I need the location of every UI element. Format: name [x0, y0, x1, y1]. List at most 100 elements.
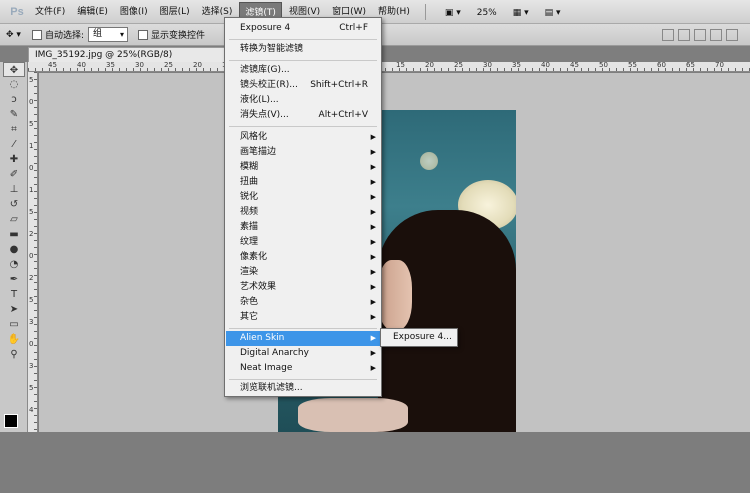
menu-image[interactable]: 图像(I)	[115, 2, 153, 22]
healing-brush-icon[interactable]: ✚	[3, 152, 25, 167]
ruler-tick-label: 5	[29, 384, 34, 392]
ruler-tick-label: 20	[425, 62, 434, 69]
menu-item-texture[interactable]: 纹理 ▶	[226, 235, 380, 250]
menu-item-render[interactable]: 渲染 ▶	[226, 265, 380, 280]
submenu-arrow-icon: ▶	[370, 238, 376, 246]
ruler-tick-label: 1	[29, 186, 34, 194]
gradient-tool-icon[interactable]: ▬	[3, 227, 25, 242]
submenu-arrow-icon: ▶	[370, 208, 376, 216]
distribute-icon[interactable]	[726, 28, 738, 41]
type-tool-icon[interactable]: T	[3, 287, 25, 302]
move-tool-preset-icon[interactable]: ✥ ▾	[6, 27, 32, 43]
show-transform-checkbox[interactable]	[138, 29, 149, 40]
hand-tool-icon[interactable]: ✋	[3, 332, 25, 347]
menu-item-noise[interactable]: 杂色 ▶	[226, 295, 380, 310]
submenu-arrow-icon: ▶	[370, 334, 376, 342]
submenu-arrow-icon: ▶	[370, 268, 376, 276]
submenu-arrow-icon: ▶	[370, 253, 376, 261]
ruler-tick-label: 65	[686, 62, 695, 69]
menu-item-stylize[interactable]: 风格化 ▶	[226, 130, 380, 145]
marquee-tool-icon[interactable]: ◌	[3, 77, 25, 92]
toolbox: ✥ ◌ ↄ ✎ ⌗ ⁄ ✚ ✐ ⊥ ↺ ▱ ▬ ● ◔ ✒ T ➤ ▭ ✋ ⚲	[0, 62, 28, 432]
menu-item-video[interactable]: 视频 ▶	[226, 205, 380, 220]
menu-item-browse-online[interactable]: 浏览联机滤镜...	[226, 381, 380, 396]
status-area	[0, 432, 750, 493]
menu-layer[interactable]: 图层(L)	[155, 2, 195, 22]
menu-item-other[interactable]: 其它 ▶	[226, 310, 380, 325]
ruler-tick-label: 0	[29, 164, 34, 172]
stamp-tool-icon[interactable]: ⊥	[3, 182, 25, 197]
ruler-tick-label: 70	[715, 62, 724, 69]
screen-mode-icon[interactable]: ▣ ▾	[440, 4, 466, 20]
ruler-tick-label: 45	[48, 62, 57, 69]
ruler-top: 4540353025201510505101520253035404550556…	[28, 62, 750, 72]
auto-select-checkbox[interactable]	[32, 29, 42, 40]
ruler-tick-label: 25	[164, 62, 173, 69]
menu-item-last-filter[interactable]: Exposure 4 Ctrl+F	[226, 21, 380, 36]
menu-edit[interactable]: 编辑(E)	[72, 2, 113, 22]
menu-item-liquify[interactable]: 液化(L)...	[226, 93, 380, 108]
submenu-arrow-icon: ▶	[370, 148, 376, 156]
eyedropper-tool-icon[interactable]: ⁄	[3, 137, 25, 152]
zoom-level[interactable]: 25%	[472, 4, 502, 20]
menu-item-convert-smart[interactable]: 转换为智能滤镜	[226, 42, 380, 57]
ruler-tick-label: 3	[29, 318, 34, 326]
menu-item-distort[interactable]: 扭曲 ▶	[226, 175, 380, 190]
crop-tool-icon[interactable]: ⌗	[3, 122, 25, 137]
ruler-tick-label: 2	[29, 230, 34, 238]
submenu-exposure-4[interactable]: Exposure 4...	[380, 328, 458, 347]
path-select-tool-icon[interactable]: ➤	[3, 302, 25, 317]
menu-item-lens-correction[interactable]: 镜头校正(R)... Shift+Ctrl+R	[226, 78, 380, 93]
dodge-tool-icon[interactable]: ◔	[3, 257, 25, 272]
history-brush-icon[interactable]: ↺	[3, 197, 25, 212]
filter-dropdown-menu: Exposure 4 Ctrl+F 转换为智能滤镜 滤镜库(G)... 镜头校正(…	[224, 17, 382, 397]
ruler-tick-label: 40	[541, 62, 550, 69]
pen-tool-icon[interactable]: ✒	[3, 272, 25, 287]
brush-tool-icon[interactable]: ✐	[3, 167, 25, 182]
menu-item-digital-anarchy[interactable]: Digital Anarchy ▶	[226, 346, 380, 361]
menu-item-brush-strokes[interactable]: 画笔描边 ▶	[226, 145, 380, 160]
arrange-documents-icon[interactable]: ▦ ▾	[508, 4, 534, 20]
submenu-arrow-icon: ▶	[370, 349, 376, 357]
auto-select-dropdown[interactable]: 组	[88, 27, 129, 42]
eraser-tool-icon[interactable]: ▱	[3, 212, 25, 227]
lasso-tool-icon[interactable]: ↄ	[3, 92, 25, 107]
document-tab[interactable]: IMG_35192.jpg @ 25%(RGB/8)	[28, 47, 228, 62]
align-icon[interactable]	[678, 28, 690, 41]
menu-item-pixelate[interactable]: 像素化 ▶	[226, 250, 380, 265]
ruler-tick-label: 20	[193, 62, 202, 69]
ruler-tick-label: 3	[29, 362, 34, 370]
menu-item-vanishing-point[interactable]: 消失点(V)... Alt+Ctrl+V	[226, 108, 380, 123]
auto-select-label: 自动选择:	[45, 31, 85, 41]
zoom-tool-icon[interactable]: ⚲	[3, 347, 25, 362]
submenu-arrow-icon: ▶	[370, 283, 376, 291]
menu-item-blur[interactable]: 模糊 ▶	[226, 160, 380, 175]
distribute-icon[interactable]	[710, 28, 722, 41]
ruler-tick-label: 45	[570, 62, 579, 69]
menu-item-artistic[interactable]: 艺术效果 ▶	[226, 280, 380, 295]
menu-item-neat-image[interactable]: Neat Image ▶	[226, 361, 380, 376]
hand-shape	[298, 398, 408, 432]
ruler-tick-label: 5	[29, 296, 34, 304]
ruler-tick-label: 2	[29, 274, 34, 282]
submenu-arrow-icon: ▶	[370, 133, 376, 141]
shape-tool-icon[interactable]: ▭	[3, 317, 25, 332]
ruler-tick-label: 55	[628, 62, 637, 69]
menu-file[interactable]: 文件(F)	[30, 2, 70, 22]
align-icon[interactable]	[694, 28, 706, 41]
menu-item-filter-gallery[interactable]: 滤镜库(G)...	[226, 63, 380, 78]
submenu-arrow-icon: ▶	[370, 364, 376, 372]
menu-item-alien-skin[interactable]: Alien Skin ▶	[226, 331, 380, 346]
menu-item-sketch[interactable]: 素描 ▶	[226, 220, 380, 235]
photoshop-logo: Ps	[10, 5, 24, 18]
foreground-color-swatch[interactable]	[4, 414, 18, 428]
align-icon[interactable]	[662, 28, 674, 41]
blur-tool-icon[interactable]: ●	[3, 242, 25, 257]
ruler-tick-label: 0	[29, 252, 34, 260]
move-tool-icon[interactable]: ✥	[3, 62, 25, 77]
submenu-arrow-icon: ▶	[370, 223, 376, 231]
submenu-arrow-icon: ▶	[370, 193, 376, 201]
menu-item-sharpen[interactable]: 锐化 ▶	[226, 190, 380, 205]
screen-layout-icon[interactable]: ▤ ▾	[540, 4, 566, 20]
quick-select-tool-icon[interactable]: ✎	[3, 107, 25, 122]
